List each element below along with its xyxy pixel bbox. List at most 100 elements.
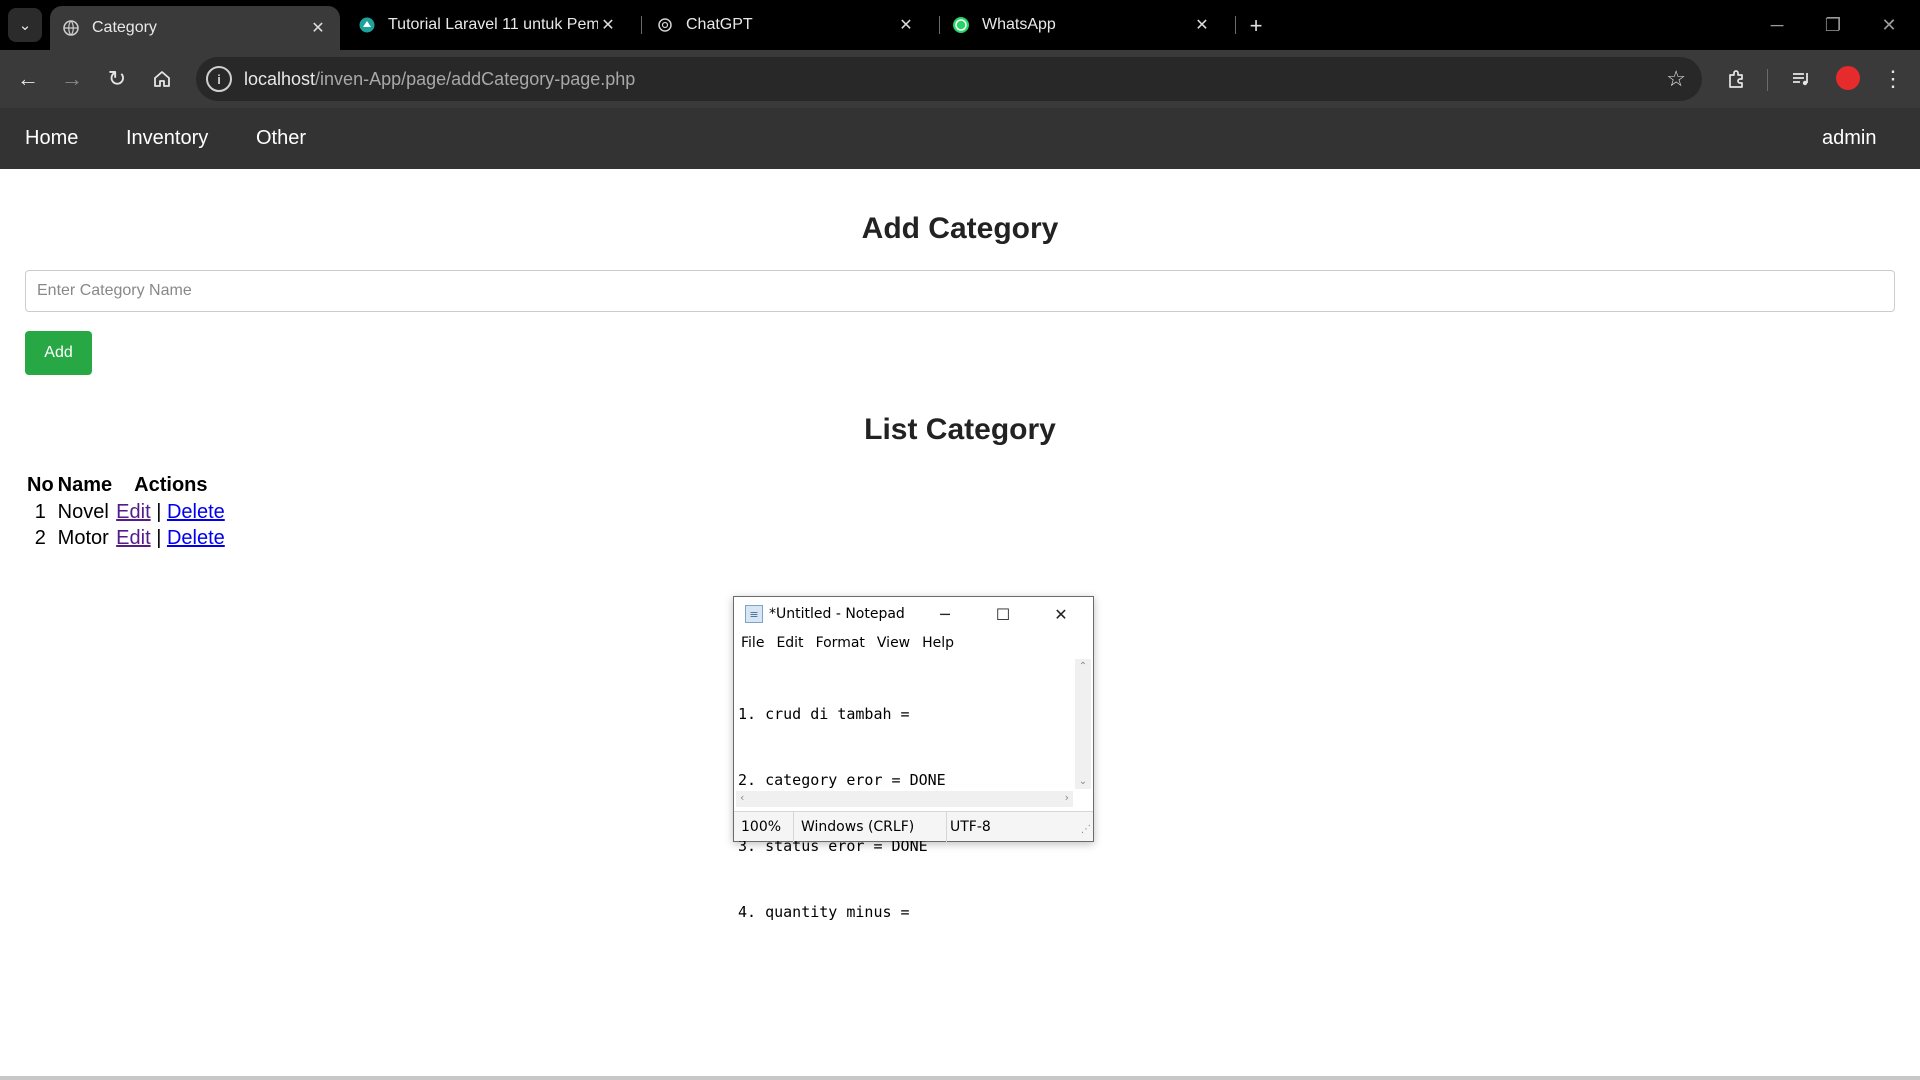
row-actions: Edit | Delete [114, 525, 227, 551]
column-header-actions: Actions [134, 473, 208, 496]
action-separator: | [156, 526, 162, 549]
tab-chatgpt[interactable]: ChatGPT ✕ [656, 0, 928, 50]
zoom-level: 100% [741, 819, 782, 835]
row-number: 2 [34, 526, 46, 549]
notepad-vertical-scrollbar[interactable]: ⌃ ⌄ [1075, 659, 1091, 789]
home-icon[interactable] [145, 62, 179, 96]
table-row: 1 Novel Edit | Delete [25, 499, 227, 525]
notepad-text-area[interactable]: 1. crud di tambah = 2. category eror = D… [738, 659, 1076, 921]
site-navbar: Home Inventory Other admin [0, 108, 1920, 169]
notepad-close-icon[interactable]: ✕ [1046, 599, 1076, 629]
tab-separator [939, 16, 940, 34]
notepad-line: 1. crud di tambah = [738, 705, 910, 723]
edit-link[interactable]: Edit [116, 527, 150, 549]
screen: ⌄ Category ✕ Tutorial Laravel 11 untuk P… [0, 0, 1920, 1080]
row-name: Motor [57, 526, 109, 549]
media-controls-icon[interactable] [1784, 62, 1818, 96]
tab-tutorial-laravel[interactable]: Tutorial Laravel 11 untuk Pemul ✕ [358, 0, 630, 50]
notepad-maximize-icon[interactable]: ☐ [988, 599, 1018, 629]
toolbar-separator [1767, 69, 1768, 91]
minimize-window-icon[interactable]: ─ [1762, 10, 1792, 40]
tab-search-chevron-icon[interactable]: ⌄ [8, 8, 42, 42]
tab-separator [641, 16, 642, 34]
more-menu-icon[interactable]: ⋮ [1876, 62, 1910, 96]
bookmark-star-icon[interactable]: ☆ [1666, 66, 1686, 92]
notepad-statusbar: 100% Windows (CRLF) UTF-8 ⋰ [734, 811, 1093, 842]
notepad-title: *Untitled - Notepad [769, 606, 905, 622]
whatsapp-icon [952, 16, 970, 34]
status-separator [793, 812, 794, 842]
row-actions: Edit | Delete [114, 499, 227, 525]
profile-avatar[interactable] [1836, 66, 1860, 90]
column-header-no: No [27, 473, 54, 496]
notepad-window[interactable]: ≡ *Untitled - Notepad ─ ☐ ✕ File Edit Fo… [733, 596, 1094, 921]
tab-strip: ⌄ Category ✕ Tutorial Laravel 11 untuk P… [0, 0, 1920, 50]
restore-window-icon[interactable]: ❐ [1818, 10, 1848, 40]
browser-toolbar: ← → ↻ i localhost/inven-App/page/addCate… [0, 50, 1920, 108]
close-window-icon[interactable]: ✕ [1874, 10, 1904, 40]
status-separator [946, 812, 947, 842]
globe-icon [62, 19, 80, 37]
list-category-heading: List Category [864, 413, 1056, 446]
close-tab-icon[interactable]: ✕ [896, 15, 916, 35]
resize-grip-icon[interactable]: ⋰ [1081, 824, 1091, 835]
url-text: localhost/inven-App/page/addCategory-pag… [244, 69, 635, 90]
notepad-app-icon: ≡ [745, 605, 763, 623]
laravel-site-icon [358, 16, 376, 34]
tab-title: Tutorial Laravel 11 untuk Pemul [388, 16, 598, 33]
delete-link[interactable]: Delete [167, 527, 225, 549]
tab-whatsapp[interactable]: WhatsApp ✕ [952, 0, 1224, 50]
address-bar[interactable]: i localhost/inven-App/page/addCategory-p… [196, 57, 1702, 101]
close-tab-icon[interactable]: ✕ [308, 18, 328, 38]
row-number: 1 [34, 500, 46, 523]
nav-inventory-link[interactable]: Inventory [126, 108, 208, 169]
notepad-line: 2. category eror = DONE [738, 771, 946, 789]
tab-title: ChatGPT [686, 16, 753, 33]
url-host: localhost [244, 68, 316, 89]
table-header-row: No Name Actions [25, 473, 227, 499]
taskbar-edge [0, 1076, 1920, 1080]
notepad-horizontal-scrollbar[interactable]: ‹ › [736, 791, 1073, 807]
scroll-up-icon[interactable]: ⌃ [1075, 661, 1091, 672]
scroll-down-icon[interactable]: ⌄ [1075, 776, 1091, 787]
close-tab-icon[interactable]: ✕ [1192, 15, 1212, 35]
forward-arrow-icon[interactable]: → [55, 62, 89, 96]
add-category-button[interactable]: Add [25, 331, 92, 375]
tab-separator [1235, 16, 1236, 34]
nav-user-link[interactable]: admin [1822, 108, 1876, 169]
tab-category[interactable]: Category ✕ [50, 6, 340, 50]
encoding: UTF-8 [950, 819, 991, 835]
line-ending: Windows (CRLF) [801, 819, 915, 835]
column-header-name: Name [57, 473, 113, 496]
nav-home-link[interactable]: Home [25, 108, 78, 169]
menu-view[interactable]: View [877, 635, 910, 655]
menu-help[interactable]: Help [922, 635, 954, 655]
edit-link[interactable]: Edit [116, 501, 150, 523]
tab-title: WhatsApp [982, 16, 1056, 33]
site-info-icon[interactable]: i [206, 66, 232, 92]
extensions-puzzle-icon[interactable] [1719, 62, 1753, 96]
scroll-left-icon[interactable]: ‹ [740, 791, 744, 804]
url-path: /inven-App/page/addCategory-page.php [315, 68, 636, 89]
back-arrow-icon[interactable]: ← [11, 62, 45, 96]
reload-icon[interactable]: ↻ [100, 62, 134, 96]
notepad-minimize-icon[interactable]: ─ [930, 599, 960, 629]
delete-link[interactable]: Delete [167, 501, 225, 523]
category-table: No Name Actions 1 Novel Edit | Delete 2 … [25, 473, 227, 551]
nav-other-link[interactable]: Other [256, 108, 306, 169]
scroll-right-icon[interactable]: › [1065, 791, 1069, 804]
tab-title: Category [92, 19, 157, 36]
category-name-input[interactable] [25, 270, 1895, 312]
notepad-line: 4. quantity minus = [738, 903, 910, 921]
notepad-titlebar[interactable]: ≡ *Untitled - Notepad ─ ☐ ✕ [734, 597, 1093, 631]
row-name: Novel [57, 500, 109, 523]
close-tab-icon[interactable]: ✕ [598, 15, 618, 35]
menu-edit[interactable]: Edit [776, 635, 803, 655]
new-tab-plus-icon[interactable]: + [1242, 12, 1270, 40]
chatgpt-icon [656, 16, 674, 34]
menu-file[interactable]: File [741, 635, 764, 655]
menu-format[interactable]: Format [816, 635, 865, 655]
add-category-heading: Add Category [861, 212, 1059, 245]
notepad-menubar: File Edit Format View Help [741, 635, 966, 655]
action-separator: | [156, 500, 162, 523]
